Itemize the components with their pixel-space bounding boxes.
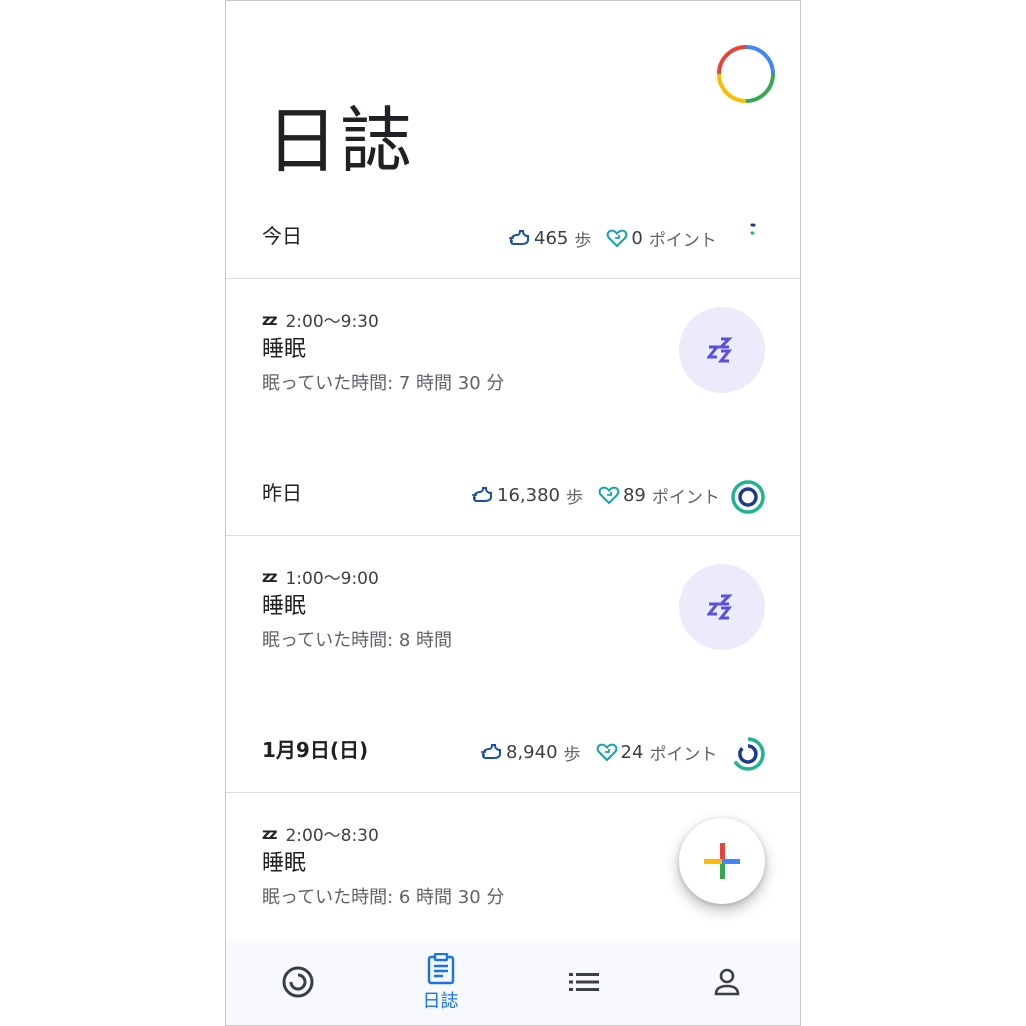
day-stats: 8,940 歩 24 ポイント [480,738,717,766]
daily-goal-ring [750,223,756,235]
nav-browse[interactable] [512,941,655,1025]
day-summary-row[interactable]: 今日 465 歩 0 ポイント [226,206,800,266]
page-title: 日誌 [266,99,415,183]
sleep-zz-icon [707,594,733,620]
day-summary-row[interactable]: 1月9日(日) 8,940 歩 24 ポイント [226,720,800,780]
steps-unit: 歩 [563,744,581,765]
steps-unit: 歩 [565,487,583,508]
points-unit: ポイント [648,230,717,251]
sleep-time: zz 2:00〜8:30 [262,821,379,847]
add-entry-button[interactable] [679,818,765,904]
profile-ring-icon[interactable] [715,43,777,105]
points-unit: ポイント [651,487,720,508]
sleep-zz-icon: zz [262,824,278,843]
steps-icon [509,230,529,245]
nav-journal[interactable]: 日誌 [369,941,512,1025]
sleep-time: zz 2:00〜9:30 [262,307,379,333]
nav-journal-label: 日誌 [422,991,459,1012]
steps-value: 16,380 [497,484,560,506]
sleep-title: 睡眠 [262,337,307,362]
points-value: 24 [620,741,644,763]
sleep-title: 睡眠 [262,851,307,876]
steps-value: 465 [534,227,569,249]
sleep-duration: 眠っていた時間: 7 時間 30 分 [262,373,505,394]
day-stats: 465 歩 0 ポイント [508,224,717,252]
sleep-time: zz 1:00〜9:00 [262,564,379,590]
bottom-navigation: 日誌 [226,941,800,1025]
sleep-card[interactable]: zz 2:00〜9:30 睡眠 眠っていた時間: 7 時間 30 分 [226,279,800,479]
sleep-zz-icon [707,337,733,363]
nav-home[interactable] [226,941,369,1025]
journal-clipboard-icon [427,953,454,985]
sleep-title: 睡眠 [262,594,307,619]
heart-points-icon [598,486,620,505]
points-value: 0 [631,227,643,249]
day-summary-row[interactable]: 昨日 16,380 歩 89 ポイント [226,463,800,523]
day-label: 1月9日(日) [262,738,369,762]
day-stats: 16,380 歩 89 ポイント [471,481,720,509]
steps-unit: 歩 [574,230,592,251]
sleep-duration: 眠っていた時間: 8 時間 [262,630,453,651]
app-screen: 日誌 今日 465 歩 0 ポイント zz 2:00〜9:30 睡眠 眠っていた… [225,0,801,1026]
sleep-duration: 眠っていた時間: 6 時間 30 分 [262,887,505,908]
steps-icon [472,487,492,502]
heart-points-icon [606,229,628,248]
add-plus-icon [704,843,740,879]
sleep-zz-icon: zz [262,567,278,586]
day-label: 昨日 [262,481,302,505]
sleep-time-text: 2:00〜8:30 [285,826,379,846]
daily-goal-ring [733,737,765,771]
steps-value: 8,940 [506,741,558,763]
browse-list-icon [568,973,599,991]
steps-icon [481,744,501,759]
nav-profile[interactable] [655,941,798,1025]
points-unit: ポイント [649,744,718,765]
sleep-card[interactable]: zz 1:00〜9:00 睡眠 眠っていた時間: 8 時間 [226,536,800,736]
daily-goal-ring [731,480,765,514]
person-icon [714,968,739,996]
sleep-badge [679,307,765,393]
sleep-zz-icon: zz [262,310,278,329]
day-label: 今日 [262,224,302,248]
points-value: 89 [622,484,646,506]
sleep-time-text: 2:00〜9:30 [285,312,379,332]
heart-points-icon [596,743,617,762]
sleep-time-text: 1:00〜9:00 [285,569,379,589]
home-rings-icon [282,966,313,998]
sleep-badge [679,564,765,650]
